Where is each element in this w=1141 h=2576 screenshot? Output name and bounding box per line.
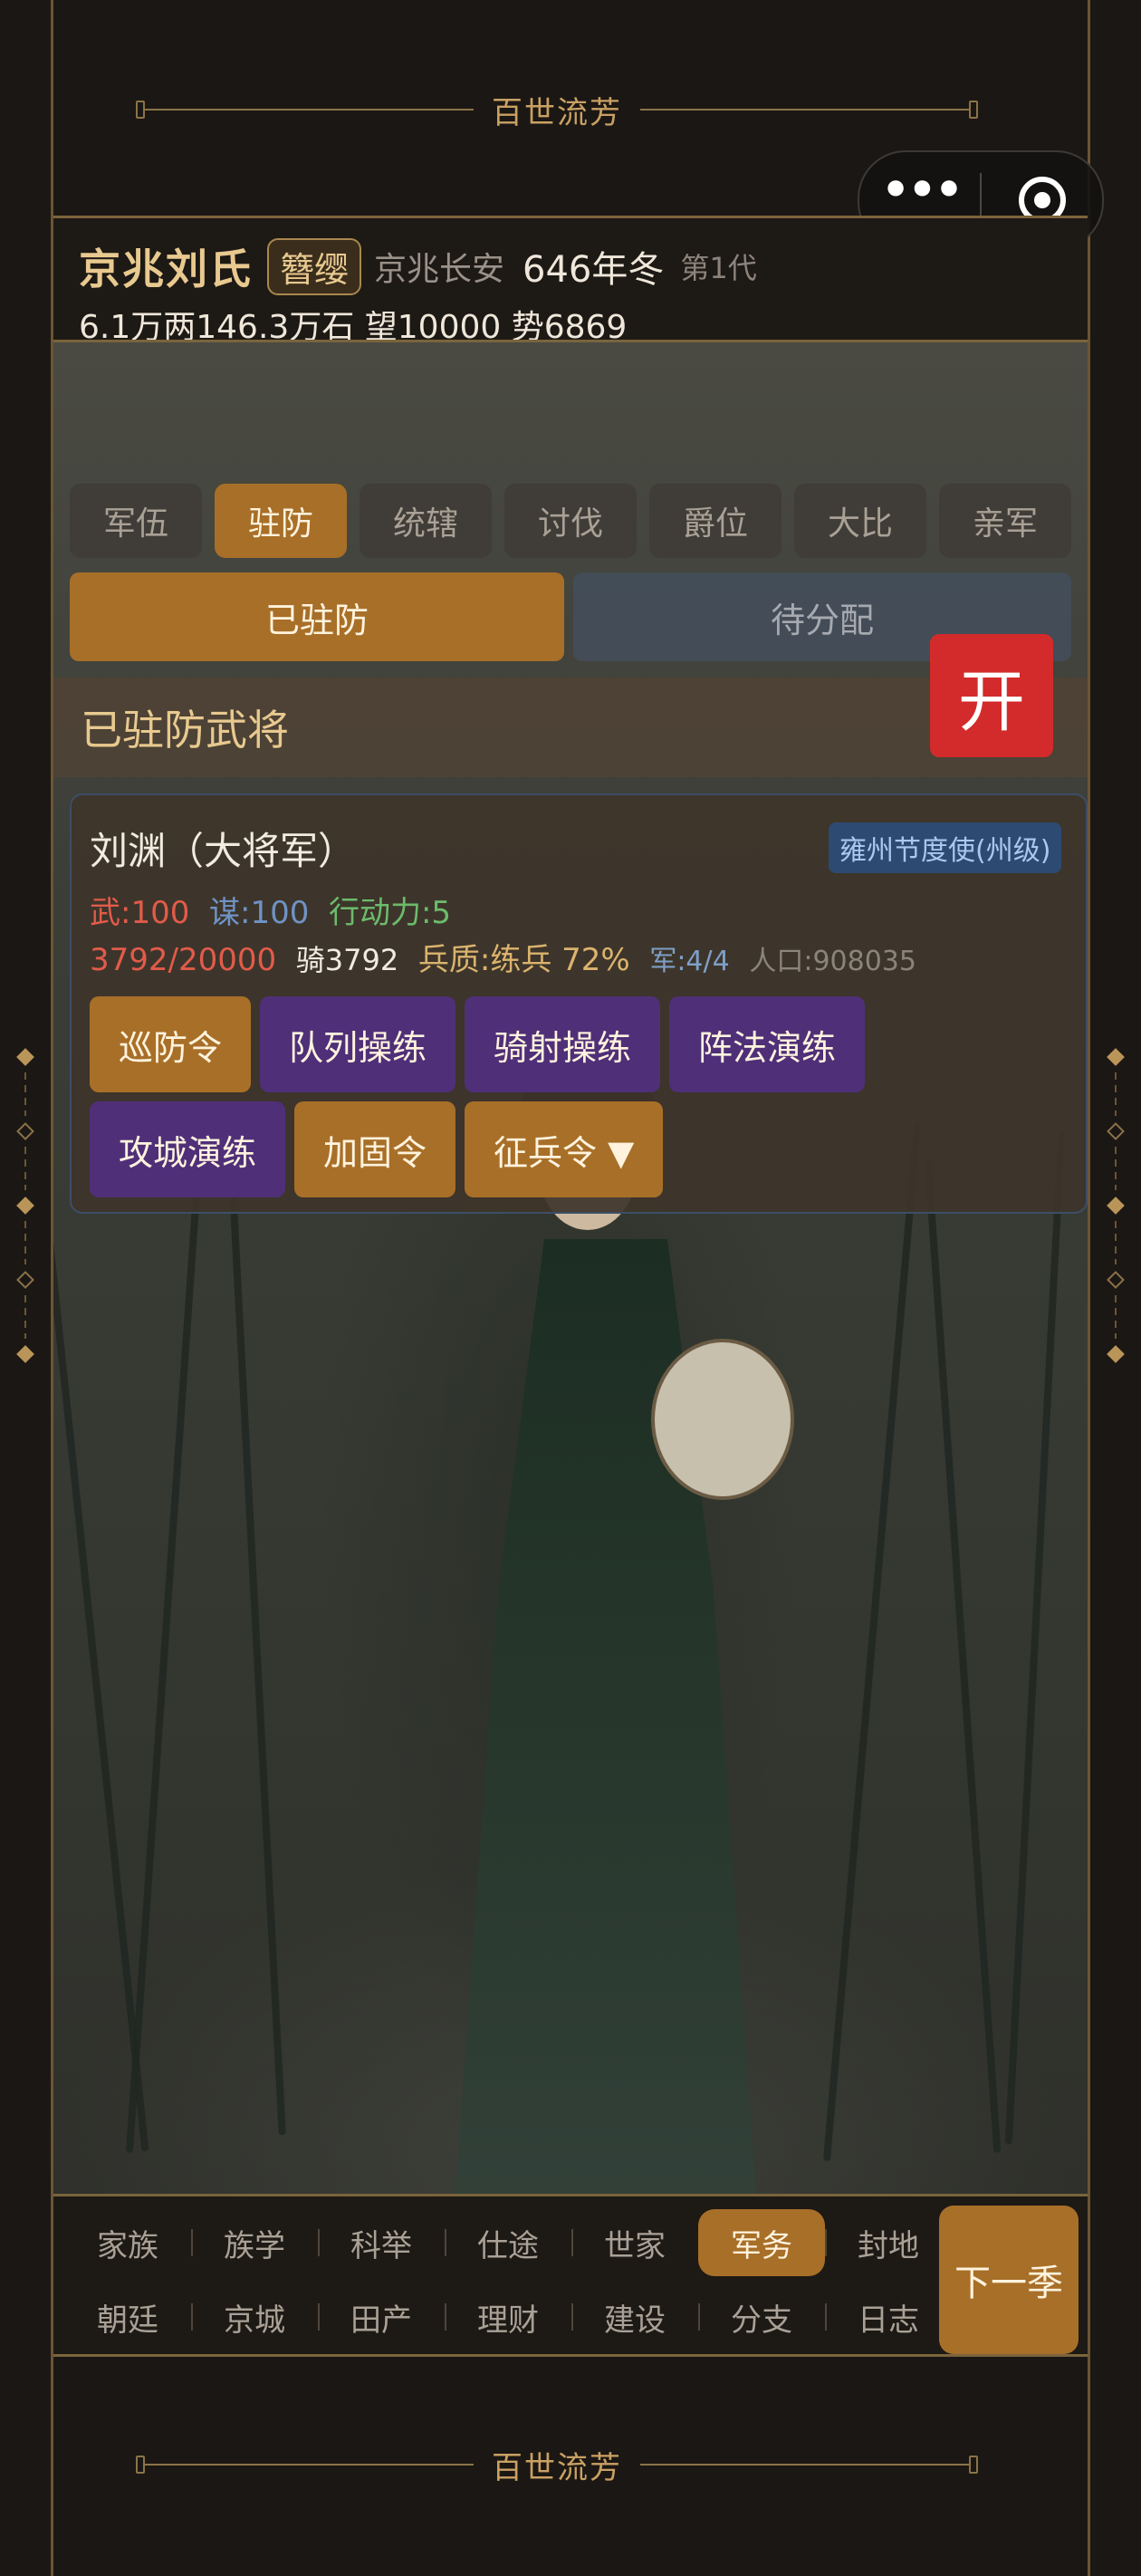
mounted-archery-drill-button[interactable]: 骑射操练 bbox=[465, 996, 661, 1092]
round-fan-icon bbox=[651, 1339, 794, 1500]
game-panel: 京兆刘氏 簪缨 京兆长安 646年冬 第1代 6.1万两146.3万石 望100… bbox=[53, 216, 1088, 2357]
tab-qinjun[interactable]: 亲军 bbox=[939, 484, 1071, 558]
brand-banner-bottom: 百世流芳 bbox=[136, 2442, 978, 2487]
formation-drill-button[interactable]: 队列操练 bbox=[260, 996, 456, 1092]
left-ornament bbox=[16, 1048, 34, 1363]
battle-array-drill-button[interactable]: 阵法演练 bbox=[669, 996, 866, 1092]
nav-jiazu[interactable]: 家族 bbox=[64, 2209, 191, 2276]
nav-shitu[interactable]: 仕途 bbox=[445, 2209, 571, 2276]
clan-city: 京兆长安 bbox=[374, 251, 505, 288]
cavalry-count: 骑3792 bbox=[295, 943, 399, 977]
nav-junwu[interactable]: 军务 bbox=[698, 2209, 825, 2276]
resources-line: 6.1万两146.3万石 望10000 势6869 bbox=[79, 309, 628, 340]
open-button[interactable]: 开 bbox=[930, 634, 1053, 757]
tab-juewei[interactable]: 爵位 bbox=[649, 484, 781, 558]
nav-zuxue[interactable]: 族学 bbox=[191, 2209, 318, 2276]
stat-wu: 武:100 bbox=[90, 895, 190, 931]
general-troop-stats: 3792/20000 骑3792 兵质:练兵 72% 军:4/4 人口:9080… bbox=[90, 935, 916, 979]
general-card: 刘渊（大将军） 雍州节度使(州级) 武:100 谋:100 行动力:5 3792… bbox=[70, 793, 1088, 1214]
general-actions: 巡防令 队列操练 骑射操练 阵法演练 攻城演练 加固令 征兵令 ▼ bbox=[90, 996, 1068, 1197]
tab-junwu[interactable]: 军伍 bbox=[70, 484, 202, 558]
tab-zhufang[interactable]: 驻防 bbox=[215, 484, 347, 558]
fortify-order-button[interactable]: 加固令 bbox=[294, 1101, 456, 1197]
tab-tongxia[interactable]: 统辖 bbox=[360, 484, 492, 558]
troop-count: 3792/20000 bbox=[90, 942, 277, 978]
bottom-navigation: 家族 族学 科举 仕途 世家 军务 封地 朝廷 京城 田产 理财 建设 分支 日… bbox=[53, 2194, 1088, 2357]
military-tabs: 军伍 驻防 统辖 讨伐 爵位 大比 亲军 bbox=[70, 484, 1071, 558]
nav-fengdi[interactable]: 封地 bbox=[825, 2209, 952, 2276]
tab-dabi[interactable]: 大比 bbox=[794, 484, 926, 558]
nav-jingcheng[interactable]: 京城 bbox=[191, 2283, 318, 2350]
nav-chaoting[interactable]: 朝廷 bbox=[64, 2283, 191, 2350]
siege-drill-button[interactable]: 攻城演练 bbox=[90, 1101, 286, 1197]
section-title: 已驻防武将 bbox=[81, 706, 289, 755]
general-attributes: 武:100 谋:100 行动力:5 bbox=[90, 888, 451, 932]
conscription-dropdown-button[interactable]: 征兵令 ▼ bbox=[465, 1101, 664, 1197]
garrison-segment-control: 已驻防 待分配 bbox=[70, 572, 1071, 661]
brand-title-bottom: 百世流芳 bbox=[492, 2449, 622, 2486]
frame-border-right bbox=[1088, 0, 1090, 2576]
troop-quality: 兵质:练兵 72% bbox=[417, 942, 630, 978]
brand-title: 百世流芳 bbox=[492, 94, 622, 131]
general-name: 刘渊（大将军） bbox=[90, 829, 357, 873]
stat-mou: 谋:100 bbox=[208, 895, 310, 931]
general-post-badge: 雍州节度使(州级) bbox=[829, 822, 1062, 873]
nav-licai[interactable]: 理财 bbox=[445, 2283, 571, 2350]
next-season-button[interactable]: 下一季 bbox=[939, 2206, 1079, 2354]
background-illustration: 军伍 驻防 统辖 讨伐 爵位 大比 亲军 已驻防 待分配 已驻防武将 开 刘渊（… bbox=[53, 342, 1088, 2194]
clan-rank-badge: 簪缨 bbox=[267, 237, 362, 295]
nav-rizhi[interactable]: 日志 bbox=[825, 2283, 952, 2350]
segment-stationed[interactable]: 已驻防 bbox=[70, 572, 564, 661]
more-icon[interactable]: ••• bbox=[859, 163, 980, 217]
brand-banner-top: 百世流芳 bbox=[136, 87, 978, 132]
right-ornament bbox=[1107, 1048, 1125, 1363]
nav-jianshe[interactable]: 建设 bbox=[571, 2283, 698, 2350]
stat-action: 行动力:5 bbox=[328, 895, 452, 931]
population: 人口:908035 bbox=[749, 946, 916, 977]
nav-shijia[interactable]: 世家 bbox=[571, 2209, 698, 2276]
clan-header: 京兆刘氏 簪缨 京兆长安 646年冬 第1代 6.1万两146.3万石 望100… bbox=[53, 216, 1088, 342]
clan-name: 京兆刘氏 bbox=[79, 245, 253, 293]
patrol-order-button[interactable]: 巡防令 bbox=[90, 996, 252, 1092]
nav-tianchan[interactable]: 田产 bbox=[318, 2283, 445, 2350]
game-date: 646年冬 bbox=[523, 249, 665, 291]
hanfu-lady-illustration bbox=[452, 1067, 794, 2194]
nav-fenzhi[interactable]: 分支 bbox=[698, 2283, 825, 2350]
generation-label: 第1代 bbox=[680, 251, 757, 285]
nav-keju[interactable]: 科举 bbox=[318, 2209, 445, 2276]
tab-taofa[interactable]: 讨伐 bbox=[504, 484, 637, 558]
army-count: 军:4/4 bbox=[649, 946, 730, 977]
